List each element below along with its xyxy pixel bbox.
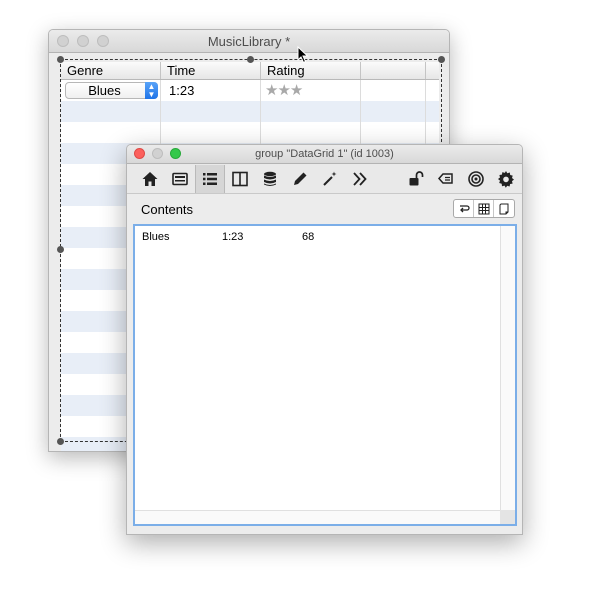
home-button[interactable]: [135, 165, 165, 193]
contents-label: Contents: [141, 202, 194, 217]
target-button[interactable]: [461, 165, 491, 193]
column-header-rating[interactable]: Rating: [261, 62, 361, 79]
settings-button[interactable]: [491, 165, 521, 193]
inspector-toolbar: [127, 164, 522, 194]
pencil-button[interactable]: [285, 165, 315, 193]
contents-row: Blues 1:23 68: [142, 231, 314, 243]
column-header-time[interactable]: Time: [161, 62, 261, 79]
rating-stars-icon[interactable]: ★★★: [261, 80, 361, 101]
database-button[interactable]: [255, 165, 285, 193]
inspector-window: group "DataGrid 1" (id 1003) Contents Bl…: [126, 144, 523, 535]
card-icon: [172, 172, 188, 185]
contents-genre: Blues: [142, 231, 170, 243]
mouse-cursor-icon: [297, 46, 309, 64]
table-row: [61, 101, 439, 122]
vertical-scrollbar[interactable]: [500, 226, 515, 510]
datagrid-header: Genre Time Rating: [61, 62, 439, 80]
document-view-button[interactable]: [494, 200, 514, 217]
inspector-titlebar[interactable]: group "DataGrid 1" (id 1003): [127, 145, 522, 164]
table-grid-icon: [478, 203, 489, 214]
home-icon: [142, 171, 158, 186]
close-icon[interactable]: [57, 35, 69, 47]
minimize-icon[interactable]: [77, 35, 89, 47]
return-arrow-icon: [459, 204, 470, 212]
inspector-title: group "DataGrid 1" (id 1003): [255, 148, 394, 160]
table-row: [61, 122, 439, 143]
zoom-icon[interactable]: [170, 148, 181, 159]
magic-wand-icon: [323, 171, 337, 186]
music-library-titlebar[interactable]: MusicLibrary *: [49, 30, 449, 53]
window-title: MusicLibrary *: [207, 34, 291, 49]
table-row[interactable]: Blues ▲ ▼ 1:23 ★★★: [61, 80, 439, 101]
columns-button[interactable]: [225, 165, 255, 193]
scroll-corner: [500, 510, 515, 524]
horizontal-scrollbar[interactable]: [135, 510, 500, 524]
table-view-button[interactable]: [474, 200, 494, 217]
view-mode-toggles: [453, 199, 515, 218]
close-icon[interactable]: [134, 148, 145, 159]
list-button[interactable]: [195, 164, 225, 193]
time-cell: 1:23: [161, 80, 261, 101]
genre-cell: Blues ▲ ▼: [61, 80, 161, 101]
more-button[interactable]: [345, 165, 375, 193]
contents-text-area[interactable]: Blues 1:23 68: [133, 224, 517, 526]
column-header-empty: [361, 62, 426, 79]
contents-time: 1:23: [222, 231, 244, 243]
list-icon: [203, 172, 217, 185]
card-button[interactable]: [165, 165, 195, 193]
lock-button[interactable]: [401, 165, 431, 193]
zoom-icon[interactable]: [97, 35, 109, 47]
wrap-view-button[interactable]: [454, 200, 474, 217]
unlock-icon: [409, 170, 424, 185]
column-header-genre[interactable]: Genre: [61, 62, 161, 79]
empty-cell: [361, 80, 426, 101]
tag-button[interactable]: [431, 165, 461, 193]
select-arrows-icon: ▲ ▼: [145, 82, 158, 99]
gear-icon: [498, 170, 514, 188]
document-icon: [499, 203, 509, 214]
contents-rating: 68: [302, 231, 315, 243]
tag-icon: [437, 172, 453, 184]
window-controls: [134, 148, 181, 159]
genre-select[interactable]: Blues ▲ ▼: [65, 82, 158, 99]
pencil-icon: [294, 172, 307, 185]
target-icon: [468, 170, 484, 187]
double-chevron-right-icon: [353, 171, 367, 186]
window-controls: [57, 35, 109, 47]
genre-select-value: Blues: [88, 83, 121, 98]
database-icon: [264, 171, 276, 186]
magic-wand-button[interactable]: [315, 165, 345, 193]
minimize-icon[interactable]: [152, 148, 163, 159]
columns-icon: [232, 171, 248, 186]
